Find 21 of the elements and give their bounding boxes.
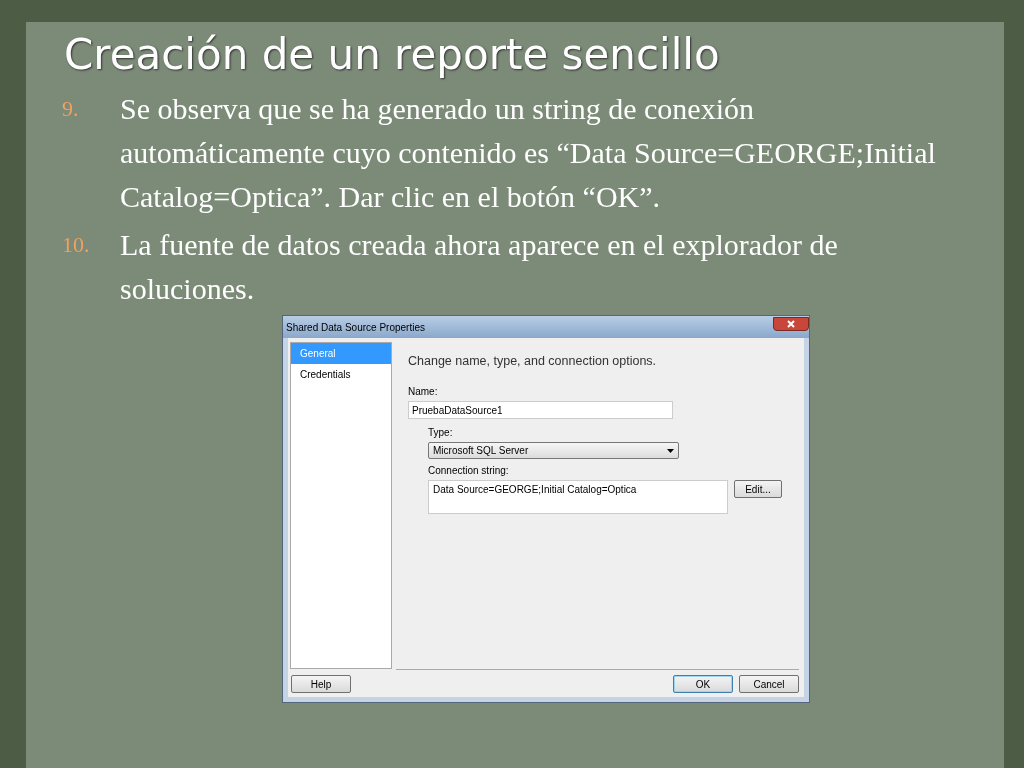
close-icon (787, 320, 795, 328)
step-number: 10. (62, 231, 91, 259)
step-number: 9. (62, 95, 80, 123)
name-field[interactable]: PruebaDataSource1 (408, 401, 673, 419)
field-label: Connection string: (428, 465, 510, 476)
close-button[interactable] (773, 317, 809, 331)
step-text: La fuente de datos creada ahora aparece en el explorador de soluciones. (120, 227, 839, 307)
page-heading: Change name, type, and connection options. (408, 354, 658, 368)
dialog-button[interactable]: Cancel (739, 675, 799, 693)
caret-icon (667, 448, 674, 453)
help-button[interactable]: Help (291, 675, 351, 693)
connection-string-field[interactable]: Data Source=GEORGE;Initial Catalog=Optica (428, 480, 728, 514)
field-label: Name: (408, 386, 439, 397)
slide-title: Creación de un reporte sencillo (64, 30, 721, 79)
dialog-button[interactable]: OK (673, 675, 733, 693)
type-dropdown[interactable]: Microsoft SQL Server (428, 442, 679, 459)
window-title: Shared Data Source Properties (286, 321, 425, 333)
nav-item[interactable]: Credentials (291, 364, 391, 385)
edit-button[interactable]: Edit... (734, 480, 782, 498)
step-text: Se observa que se ha generado un string de conexión automáticamente cuyo contenido es “Data Source=GEORGE;Initial Catalog=Optica”. Dar clic en el botón “OK”. (120, 91, 937, 215)
field-label: Type: (428, 427, 454, 438)
